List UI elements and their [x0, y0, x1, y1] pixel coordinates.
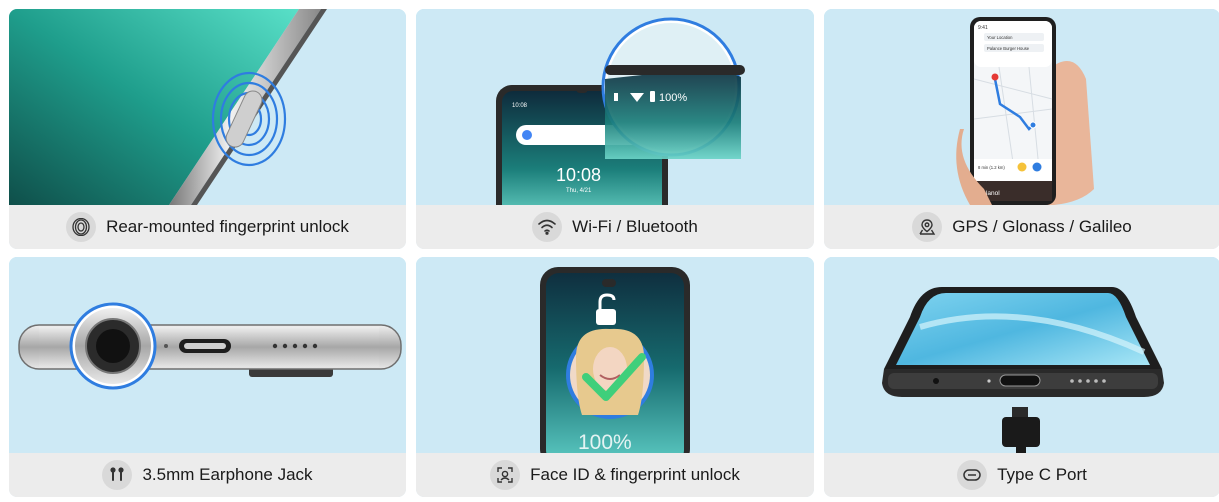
lock-clock: 10:08 — [556, 165, 601, 185]
caption-bar: Face ID & fingerprint unlock — [416, 453, 814, 497]
caption-bar: GPS / Glonass / Galileo — [824, 205, 1219, 249]
gps-scene: 9:41 Your Location Palance Burger House … — [824, 9, 1219, 205]
feature-label: Rear-mounted fingerprint unlock — [106, 217, 349, 236]
battery-percent: 100% — [659, 92, 687, 104]
feature-label: Type C Port — [997, 465, 1087, 484]
caption-bar: Type C Port — [824, 453, 1219, 497]
phone-front-illustration: 10:08 10:08 Thu, 4/21 100% — [416, 9, 814, 205]
route-from: Your Location — [987, 35, 1013, 40]
feature-card-earphone: 3.5mm Earphone Jack — [9, 257, 406, 497]
status-time: 10:08 — [512, 103, 528, 109]
fingerprint-scene — [9, 9, 406, 205]
caption-bar: Wi-Fi / Bluetooth — [416, 205, 814, 249]
wifi-scene: 10:08 10:08 Thu, 4/21 100% — [416, 9, 814, 205]
gps-time: 9:41 — [978, 25, 988, 31]
feature-label: Face ID & fingerprint unlock — [530, 465, 740, 484]
earphones-icon — [102, 460, 133, 490]
feature-card-wifi: 10:08 10:08 Thu, 4/21 100% Wi-Fi / Bluet… — [416, 9, 814, 249]
hand-phone-map-illustration: 9:41 Your Location Palance Burger House … — [824, 9, 1219, 205]
phone-back-illustration — [9, 9, 406, 205]
feature-card-fingerprint: Rear-mounted fingerprint unlock — [9, 9, 406, 249]
scan-percent: 100% — [578, 431, 632, 453]
lock-date: Thu, 4/21 — [566, 188, 592, 194]
phone-usb-cable-illustration — [824, 257, 1219, 453]
fingerprint-icon — [66, 212, 97, 242]
route-eta: 8 min (1.2 km) — [978, 165, 1005, 170]
face-unlock-illustration: 100% — [416, 257, 814, 453]
feature-label: GPS / Glonass / Galileo — [952, 217, 1132, 236]
face-scan-icon — [490, 460, 521, 490]
feature-card-typec: Type C Port — [824, 257, 1219, 497]
typec-scene — [824, 257, 1219, 453]
feature-grid: Rear-mounted fingerprint unlock 10:08 10… — [9, 9, 1219, 497]
wifi-icon — [532, 212, 563, 242]
phone-bottom-illustration — [9, 257, 406, 453]
faceid-scene: 100% — [416, 257, 814, 453]
caption-bar: Rear-mounted fingerprint unlock — [9, 205, 406, 249]
feature-label: Wi-Fi / Bluetooth — [572, 217, 698, 236]
caption-bar: 3.5mm Earphone Jack — [9, 453, 406, 497]
usb-c-icon — [957, 460, 988, 490]
feature-card-faceid: 100% Face ID & fingerprint unlock — [416, 257, 814, 497]
earphone-scene — [9, 257, 406, 453]
feature-label: 3.5mm Earphone Jack — [142, 465, 313, 484]
route-to: Palance Burger House — [987, 46, 1030, 51]
location-pin-icon — [912, 212, 943, 242]
feature-card-gps: 9:41 Your Location Palance Burger House … — [824, 9, 1219, 249]
